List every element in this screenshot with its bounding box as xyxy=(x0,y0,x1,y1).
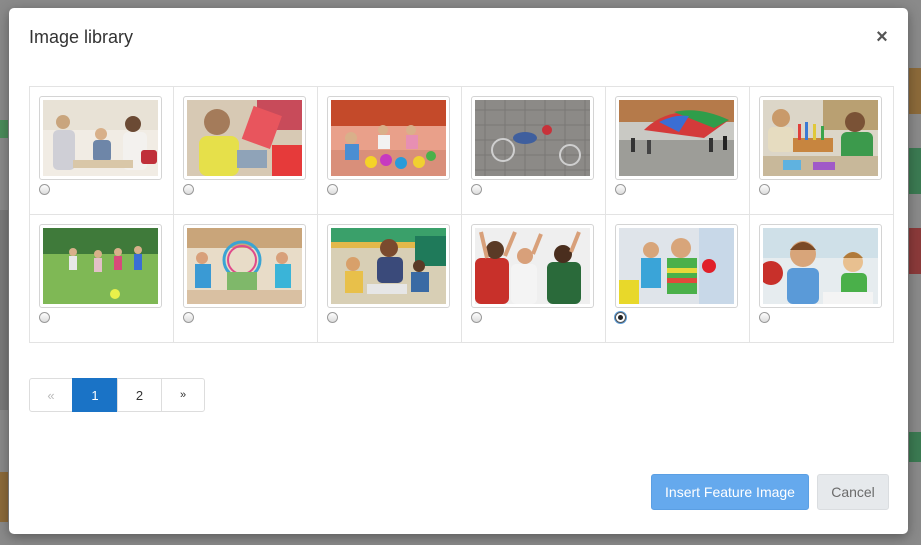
insert-feature-image-button[interactable]: Insert Feature Image xyxy=(651,474,809,510)
background-decor xyxy=(909,432,921,462)
image-select-radio[interactable] xyxy=(615,312,626,323)
image-cell xyxy=(173,86,318,215)
pagination-next[interactable]: » xyxy=(161,378,205,412)
image-thumbnail[interactable] xyxy=(327,224,450,308)
art-class-photo xyxy=(763,100,878,176)
image-thumbnail[interactable] xyxy=(471,224,594,308)
image-select-radio[interactable] xyxy=(183,312,194,323)
image-select-radio[interactable] xyxy=(327,312,338,323)
dialog-title: Image library xyxy=(29,27,134,47)
image-thumbnail[interactable] xyxy=(471,96,594,180)
image-cell xyxy=(29,214,174,343)
background-decor xyxy=(909,228,921,274)
image-cell xyxy=(173,214,318,343)
hands-up-photo xyxy=(475,228,590,304)
background-decor xyxy=(0,120,8,138)
image-cell xyxy=(317,86,462,215)
balloons-photo xyxy=(331,100,446,176)
image-select-radio[interactable] xyxy=(615,184,626,195)
image-thumbnail[interactable] xyxy=(39,224,162,308)
image-thumbnail[interactable] xyxy=(615,224,738,308)
playground-photo xyxy=(43,228,158,304)
toy-play-photo xyxy=(619,228,734,304)
image-select-radio[interactable] xyxy=(759,184,770,195)
image-grid xyxy=(29,86,894,343)
pagination: « 1 2 » xyxy=(29,378,205,412)
image-thumbnail[interactable] xyxy=(183,224,306,308)
image-select-radio[interactable] xyxy=(327,184,338,195)
image-cell xyxy=(461,214,606,343)
image-thumbnail[interactable] xyxy=(183,96,306,180)
image-library-dialog: Image library × « 1 2 » Insert Feature I… xyxy=(9,8,908,534)
image-select-radio[interactable] xyxy=(759,312,770,323)
crafts-photo xyxy=(187,100,302,176)
image-select-radio[interactable] xyxy=(183,184,194,195)
background-decor xyxy=(0,210,8,410)
drawing-boys-photo xyxy=(763,228,878,304)
image-cell xyxy=(29,86,174,215)
image-select-radio[interactable] xyxy=(39,312,50,323)
image-thumbnail[interactable] xyxy=(759,224,882,308)
image-select-radio[interactable] xyxy=(471,184,482,195)
pagination-page-2[interactable]: 2 xyxy=(117,378,162,412)
image-cell xyxy=(317,214,462,343)
hoops-photo xyxy=(187,228,302,304)
image-thumbnail[interactable] xyxy=(759,96,882,180)
image-cell xyxy=(605,86,750,215)
image-cell xyxy=(749,86,894,215)
image-thumbnail[interactable] xyxy=(39,96,162,180)
image-thumbnail[interactable] xyxy=(615,96,738,180)
classroom-photo xyxy=(43,100,158,176)
pagination-prev[interactable]: « xyxy=(29,378,73,412)
background-decor xyxy=(909,68,921,114)
teacher-laptop-photo xyxy=(331,228,446,304)
image-select-radio[interactable] xyxy=(471,312,482,323)
image-thumbnail[interactable] xyxy=(327,96,450,180)
image-cell xyxy=(461,86,606,215)
cancel-button[interactable]: Cancel xyxy=(817,474,889,510)
image-cell xyxy=(749,214,894,343)
image-select-radio[interactable] xyxy=(39,184,50,195)
background-decor xyxy=(909,148,921,194)
parachute-photo xyxy=(619,100,734,176)
close-button[interactable]: × xyxy=(874,27,890,47)
image-cell xyxy=(605,214,750,343)
background-decor xyxy=(0,472,8,522)
pagination-page-1[interactable]: 1 xyxy=(72,378,118,412)
pavement-photo xyxy=(475,100,590,176)
